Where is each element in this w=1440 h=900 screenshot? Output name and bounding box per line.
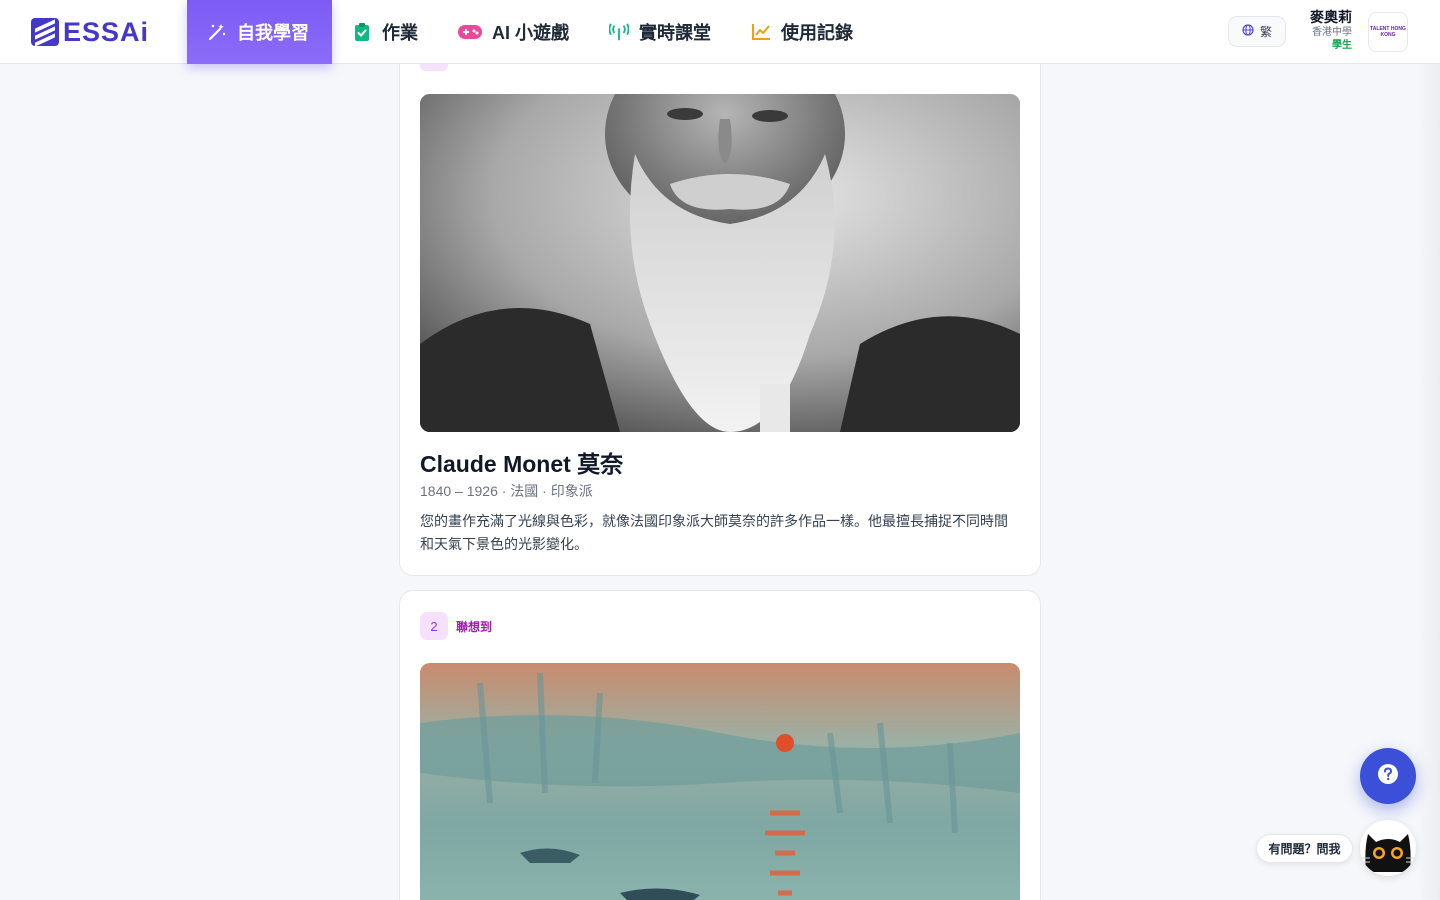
association-card: 2 聯想到 (399, 590, 1041, 900)
artist-portrait-image (420, 94, 1020, 432)
question-icon (1377, 763, 1399, 790)
ask-me-label: 有問題？問我 (1268, 842, 1341, 856)
nav-label: 使用記錄 (781, 23, 854, 43)
rank-badge: 2 (420, 612, 448, 640)
artist-description: 您的畫作充滿了光線與色彩，就像法國印象派大師莫奈的許多作品一樣。他最擅長捕捉不同… (420, 513, 1008, 552)
user-info[interactable]: 麥奧莉 香港中學 學生 (1310, 9, 1352, 52)
artist-meta: 1840 – 1926 · 法國 · 印象派 (420, 483, 593, 499)
nav-label: AI 小遊戲 (492, 23, 570, 43)
scroll-shadow (1416, 64, 1440, 900)
cat-mascot-button[interactable] (1360, 820, 1416, 876)
nav-label: 作業 (382, 23, 418, 43)
essai-logo[interactable]: ESSAi (31, 16, 149, 48)
artist-card: Claude Monet 莫奈 1840 – 1926 · 法國 · 印象派 您… (399, 40, 1041, 576)
school-logo[interactable]: TALENT HONG KONG (1368, 12, 1408, 52)
logo-suffix: i (140, 16, 150, 47)
ask-me-bubble[interactable]: 有問題？問我 (1256, 834, 1353, 863)
top-bar: ESSAi 自我學習 作業 AI 小遊戲 實時課堂 使用記錄 繁 麥奧莉 香港中… (0, 0, 1440, 64)
chart-line-icon (751, 22, 771, 42)
logo-mark-icon (31, 18, 59, 46)
portrait-illustration (420, 94, 1020, 432)
nav-homework[interactable]: 作業 (332, 0, 438, 64)
globe-icon (1242, 24, 1254, 39)
nav-ai-games[interactable]: AI 小遊戲 (438, 0, 589, 64)
nav-label: 實時課堂 (639, 23, 712, 43)
painting-image (420, 663, 1020, 900)
user-role: 學生 (1332, 40, 1352, 51)
user-name: 麥奧莉 (1310, 9, 1352, 25)
help-fab-button[interactable] (1360, 748, 1416, 804)
school-logo-text: TALENT HONG KONG (1370, 26, 1406, 38)
artist-name: Claude Monet 莫奈 (420, 451, 624, 477)
painting-illustration (420, 663, 1020, 900)
nav-usage-records[interactable]: 使用記錄 (731, 0, 873, 64)
logo-text: ESSA (63, 16, 141, 47)
nav-label: 自我學習 (237, 23, 309, 43)
magic-wand-icon (207, 22, 227, 42)
nav-self-learning[interactable]: 自我學習 (187, 0, 332, 64)
language-switch-button[interactable]: 繁 (1228, 16, 1286, 47)
user-school: 香港中學 (1312, 27, 1352, 38)
clipboard-check-icon (352, 22, 372, 42)
nav-live-class[interactable]: 實時課堂 (589, 0, 731, 64)
gamepad-icon (458, 22, 482, 42)
broadcast-icon (609, 22, 630, 42)
rank-label: 聯想到 (456, 620, 493, 634)
language-label: 繁 (1259, 25, 1272, 39)
cat-mascot-icon (1360, 834, 1416, 872)
main-nav: 自我學習 作業 AI 小遊戲 實時課堂 使用記錄 (187, 0, 873, 64)
